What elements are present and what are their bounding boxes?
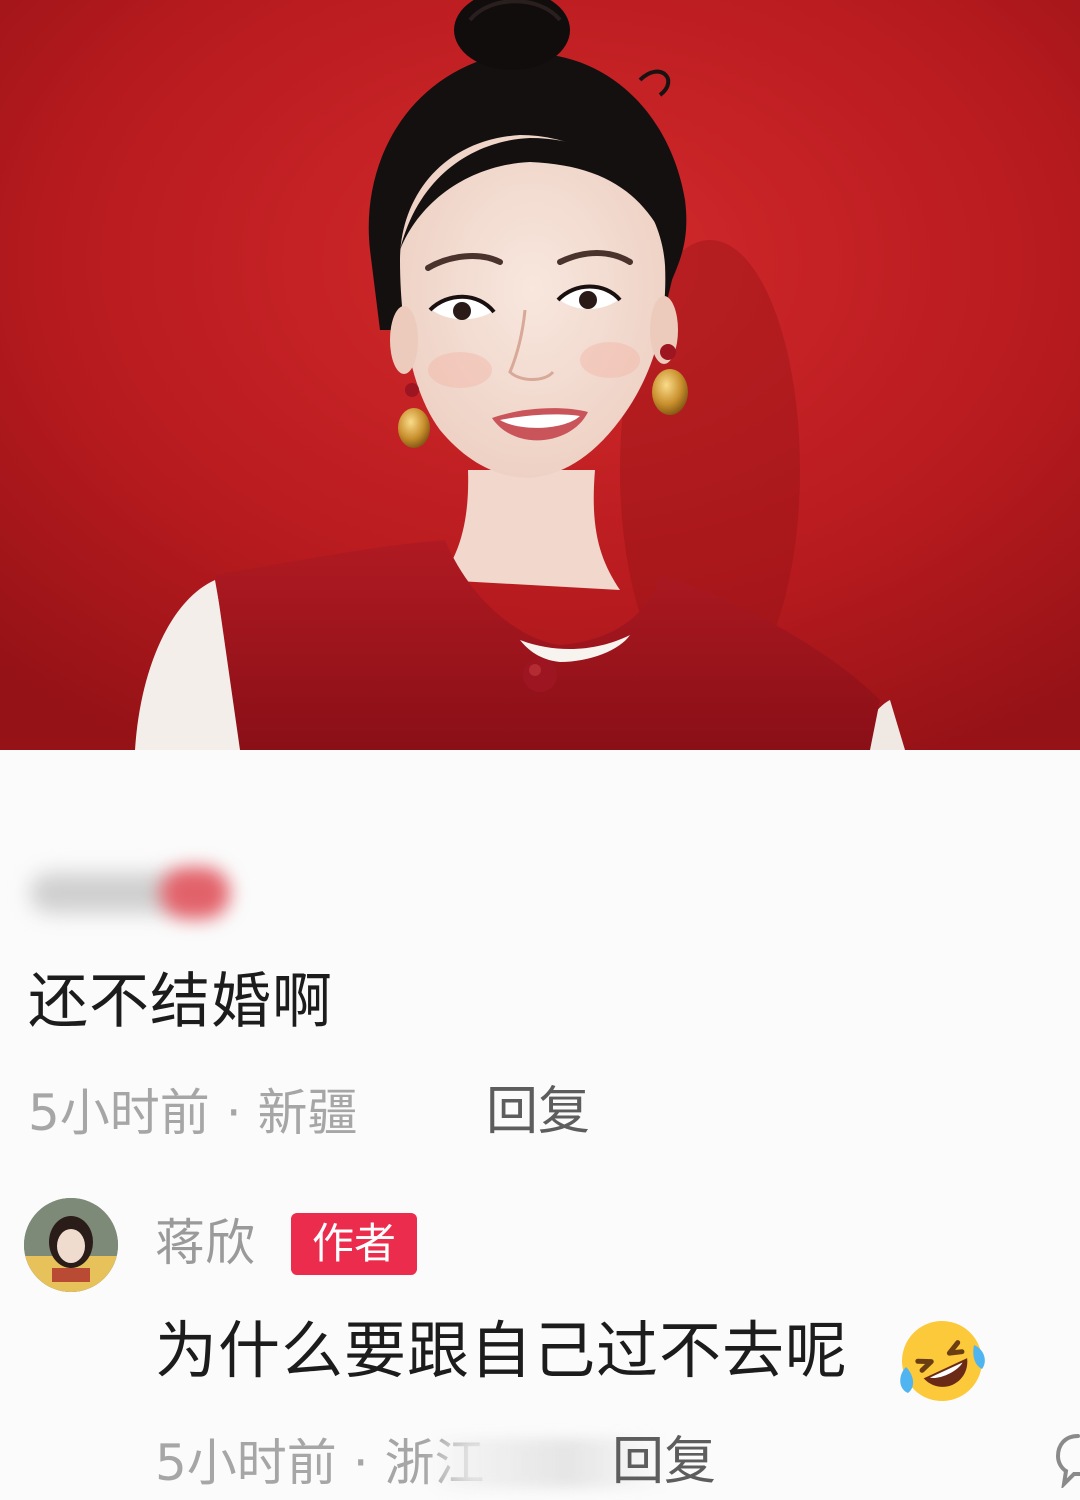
blurred-username[interactable] xyxy=(20,855,240,925)
comment-text: 还不结婚啊 xyxy=(28,967,333,1037)
post-screenshot: 还不结婚啊 5小时前 · 新疆 回复 蒋欣 作者 为什么要跟自己过不去呢 5小时… xyxy=(0,0,1080,1500)
author-badge: 作者 xyxy=(291,1213,417,1275)
comment-meta: 5小时前 · 新疆 xyxy=(28,1084,358,1142)
rolling-on-floor-laughing-icon xyxy=(896,1315,988,1407)
comment-bubble-icon[interactable] xyxy=(1052,1428,1080,1490)
author-username[interactable]: 蒋欣 xyxy=(155,1218,255,1268)
comment-section: 还不结婚啊 5小时前 · 新疆 回复 蒋欣 作者 为什么要跟自己过不去呢 5小时… xyxy=(0,750,1080,1500)
reply-button[interactable]: 回复 xyxy=(612,1436,716,1488)
post-photo[interactable] xyxy=(0,0,1080,750)
comment-text: 为什么要跟自己过不去呢 xyxy=(155,1314,849,1387)
avatar[interactable] xyxy=(24,1198,118,1292)
reply-button[interactable]: 回复 xyxy=(486,1086,590,1138)
